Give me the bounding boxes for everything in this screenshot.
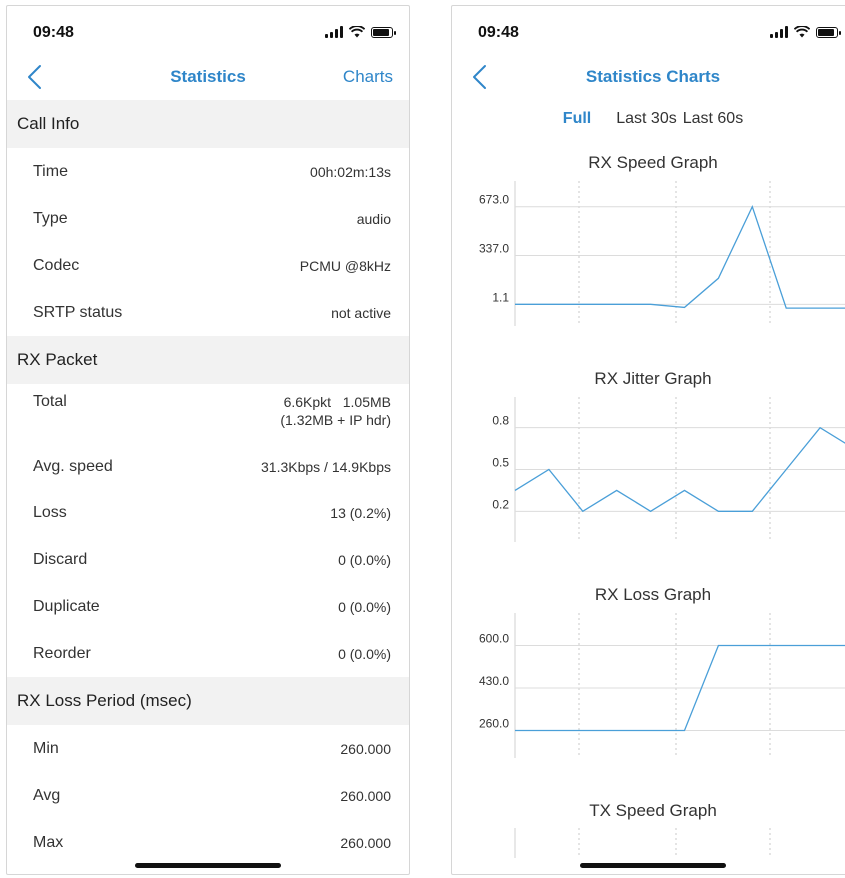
y-tick-label: 0.5 [492,456,509,470]
list-item: Loss 13 (0.2%) [7,489,409,536]
row-label: Discard [33,550,88,568]
rx-jitter-chart: 0.8 0.5 0.2 [492,397,845,542]
list-item: Total 6.6Kpkt 1.05MB (1.32MB + IP hdr) [7,384,409,444]
row-value-multiline: 6.6Kpkt 1.05MB (1.32MB + IP hdr) [280,393,391,429]
list-item: Time 00h:02m:13s [7,148,409,195]
rx-loss-chart: 600.0 430.0 260.0 [479,613,845,758]
row-value-line-2: (1.32MB + IP hdr) [280,412,391,428]
row-label: Reorder [33,644,91,662]
status-time: 09:48 [33,24,74,41]
time-range-selector: Full Last 30s Last 60s [452,110,845,128]
statistics-screen: 09:48 Statistics Charts Call Info Time 00… [6,5,410,875]
nav-bar: Statistics Charts [7,54,409,100]
y-tick-label: 337.0 [479,242,509,256]
row-label: SRTP status [33,303,123,321]
battery-icon [816,26,841,38]
row-value: 0 (0.0%) [338,598,391,615]
row-label: Total [33,393,67,410]
statistics-list[interactable]: Call Info Time 00h:02m:13s Type audio Code… [7,100,409,866]
row-label: Time [33,162,68,180]
status-time: 09:48 [478,24,519,41]
row-value: 31.3Kbps / 14.9Kbps [261,458,391,475]
nav-bar: Statistics Charts [452,54,845,100]
chart-title-rx-loss: RX Loss Graph [594,585,712,604]
row-label: Avg [33,786,61,804]
row-label: Max [33,833,64,851]
row-value-line-1: 6.6Kpkt 1.05MB [283,394,391,410]
battery-icon [371,26,396,38]
list-item: SRTP status not active [7,289,409,336]
row-value: not active [331,304,391,321]
rx-speed-chart: 673.0 337.0 1.1 [479,181,845,326]
signal-icon [325,26,343,38]
list-item: Discard 0 (0.0%) [7,536,409,583]
list-item: Duplicate 0 (0.0%) [7,583,409,630]
section-header-call-info: Call Info [7,100,409,148]
statistics-charts-screen: 09:48 Statistics Charts Full Last 30s Last… [451,5,845,875]
row-value: 0 (0.0%) [338,645,391,662]
row-value: 00h:02m:13s [310,163,391,180]
list-item: Avg 260.000 [7,772,409,819]
row-value: audio [356,210,391,227]
chart-title-rx-jitter: RX Jitter Graph [594,369,712,388]
list-item: Max 260.000 [7,819,409,866]
segment-last-30s[interactable]: Last 30s [616,110,676,128]
row-label: Avg. speed [33,457,113,475]
y-tick-label: 0.8 [492,414,509,428]
row-label: Type [33,209,68,227]
row-value: 260.000 [340,740,391,757]
section-header-rx-packet: RX Packet [7,336,409,384]
row-value: 0 (0.0%) [338,551,391,568]
wifi-icon [349,26,365,38]
y-tick-label: 430.0 [479,674,509,688]
chart-title-rx-speed: RX Speed Graph [588,153,718,172]
chart-title-tx-speed: TX Speed Graph [589,801,717,820]
segment-last-60s[interactable]: Last 60s [683,110,743,128]
row-value: 13 (0.2%) [330,504,391,521]
list-item: Min 260.000 [7,725,409,772]
y-tick-label: 0.2 [492,497,509,511]
segment-full[interactable]: Full [563,110,591,128]
page-title: Statistics Charts [585,67,721,86]
row-label: Duplicate [33,597,100,615]
wifi-icon [794,26,810,38]
row-value: PCMU @8kHz [299,257,391,274]
list-item: Codec PCMU @8kHz [7,242,409,289]
tx-speed-chart [514,828,771,858]
row-label: Codec [33,256,80,274]
y-tick-label: 673.0 [479,193,509,207]
signal-icon [770,26,788,38]
row-value: 260.000 [340,834,391,851]
section-header-rx-loss-period: RX Loss Period (msec) [7,677,409,725]
status-bar: 09:48 [7,6,409,54]
row-label: Min [33,739,59,757]
home-indicator[interactable] [135,863,281,868]
y-tick-label: 260.0 [479,717,509,731]
series-line [515,204,845,309]
status-bar: 09:48 [452,6,845,54]
charts-button[interactable]: Charts [343,67,393,87]
y-tick-label: 1.1 [492,290,509,304]
row-label: Loss [33,503,67,521]
y-tick-label: 600.0 [479,632,509,646]
row-value: 260.000 [340,787,391,804]
list-item: Reorder 0 (0.0%) [7,630,409,677]
home-indicator[interactable] [580,863,726,868]
list-item: Avg. speed 31.3Kbps / 14.9Kbps [7,444,409,489]
list-item: Type audio [7,195,409,242]
